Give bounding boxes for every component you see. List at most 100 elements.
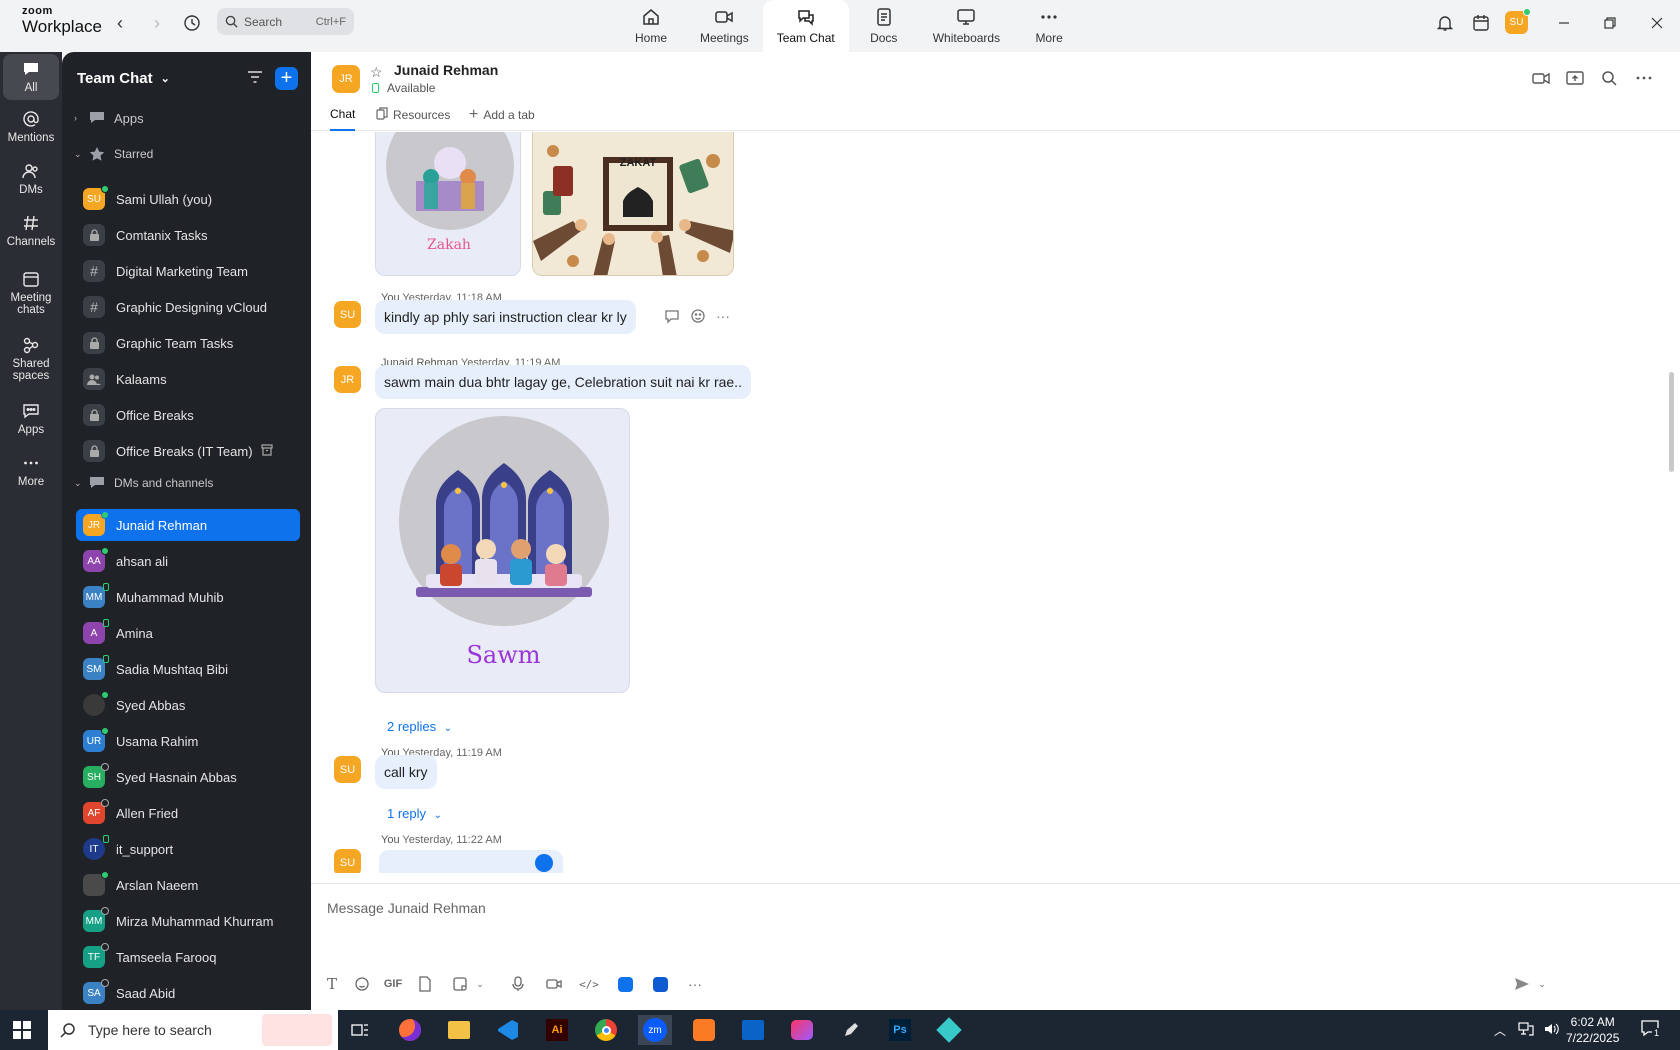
section-starred[interactable]: ⌄ Starred [74,146,153,162]
dm-item-junaid-rehman[interactable]: JR Junaid Rehman [76,509,300,541]
search-icon[interactable] [1600,69,1620,89]
dm-item-syed-abbas[interactable]: Syed Abbas [76,689,300,721]
emoji-icon[interactable] [351,973,373,995]
more-tools-icon[interactable]: ··· [684,973,706,995]
whiteboard-app-icon[interactable] [614,973,636,995]
message-input[interactable] [327,894,1627,922]
rail-channels[interactable]: Channels [3,214,59,248]
notification-center-icon[interactable]: 1 [1640,1018,1664,1042]
sender-avatar[interactable]: JR [334,366,361,393]
dm-item-usama-rahim[interactable]: UR Usama Rahim [76,725,300,757]
star-outline-icon[interactable]: ☆ [370,64,383,81]
chrome-icon[interactable] [589,1015,623,1045]
vscode-icon[interactable] [491,1015,525,1045]
message-bubble[interactable]: sawm main dua bhtr lagay ge, Celebration… [375,365,751,399]
pen-tool-icon[interactable] [834,1015,868,1045]
message-list[interactable]: Zakah ZAKAT You Yesterday, 11:18 AM SU k… [311,132,1680,873]
forward-arrow-icon[interactable]: › [147,13,167,33]
starred-item-digital-marketing-team[interactable]: # Digital Marketing Team [76,255,300,287]
filter-icon[interactable] [246,68,266,88]
starred-item-comtanix-tasks[interactable]: Comtanix Tasks [76,219,300,251]
illustrator-icon[interactable]: Ai [540,1015,574,1045]
thread-replies-link[interactable]: 1 reply ⌄ [387,806,442,821]
contact-avatar[interactable]: JR [332,65,360,93]
sidebar-title[interactable]: Team Chat ⌄ [77,70,170,87]
message-bubble[interactable]: kindly ap phly sari instruction clear kr… [375,300,636,334]
calendar-icon[interactable] [1470,12,1492,34]
dm-item-sadia-mushtaq-bibi[interactable]: SM Sadia Mushtaq Bibi [76,653,300,685]
photoshop-icon[interactable]: Ps [883,1015,917,1045]
scrollbar[interactable] [1669,372,1674,472]
message-bubble[interactable]: call kry [375,755,437,789]
starred-item-graphic-team-tasks[interactable]: Graphic Team Tasks [76,327,300,359]
minimize-icon[interactable] [1553,12,1575,34]
tab-more[interactable]: More [1014,0,1084,52]
dm-item-it-support[interactable]: IT it_support [76,833,300,865]
starred-item-self[interactable]: SU Sami Ullah (you) [76,183,300,215]
emoji-reaction-icon[interactable] [690,308,706,327]
dm-item-ahsan-ali[interactable]: AA ahsan ali [76,545,300,577]
screenshot-icon[interactable] [449,973,471,995]
sender-avatar[interactable]: SU [334,301,361,328]
zoom-app-icon[interactable]: zm [638,1015,672,1045]
chevron-up-icon[interactable]: ︿ [1494,1022,1506,1039]
zakah-image[interactable]: Zakah [375,132,521,276]
video-call-icon[interactable] [1532,69,1552,89]
taskbar-clock[interactable]: 6:02 AM 7/22/2025 [1566,1014,1619,1046]
thread-replies-link[interactable]: 2 replies ⌄ [387,719,452,734]
starred-item-office-breaks[interactable]: Office Breaks [76,399,300,431]
rail-all[interactable]: All [3,54,59,101]
send-options-icon[interactable] [1511,973,1533,995]
sawm-image[interactable]: Sawm [375,408,630,693]
file-icon[interactable] [414,973,436,995]
code-snippet-icon[interactable]: </> [578,973,600,995]
tab-docs[interactable]: Docs [849,0,919,52]
rail-shared-spaces[interactable]: Shared spaces [3,336,59,382]
dm-item-mirza-muhammad-khurram[interactable]: MM Mirza Muhammad Khurram [76,905,300,937]
tab-resources[interactable]: Resources [376,98,450,131]
windows-start-icon[interactable] [13,1021,31,1039]
section-dms-and-channels[interactable]: ⌄ DMs and channels [74,475,213,491]
chevron-down-icon[interactable]: ⌄ [1531,973,1553,995]
tab-meetings[interactable]: Meetings [686,0,763,52]
rail-meeting-chats[interactable]: Meeting chats [3,270,59,316]
tab-whiteboards[interactable]: Whiteboards [919,0,1014,52]
reply-icon[interactable] [664,308,680,327]
rail-more[interactable]: More [3,454,59,488]
firefox-icon[interactable] [393,1015,427,1045]
close-icon[interactable] [1646,12,1668,34]
zoom-workplace-logo[interactable]: zoom Workplace [22,6,102,36]
sender-avatar[interactable]: SU [334,756,361,783]
new-chat-button[interactable]: + [275,67,298,90]
more-options-icon[interactable] [1635,69,1655,89]
starred-item-kalaams[interactable]: Kalaams [76,363,300,395]
creative-cloud-icon[interactable] [785,1015,819,1045]
docs-app-icon[interactable] [649,973,671,995]
text-format-icon[interactable]: T [321,973,343,995]
search-box[interactable]: Search Ctrl+F [217,8,354,35]
network-icon[interactable] [1518,1021,1534,1039]
dm-item-saad-abid[interactable]: SA Saad Abid [76,977,300,1009]
restore-icon[interactable] [1599,12,1621,34]
outlook-icon[interactable] [736,1015,770,1045]
notifications-bell-icon[interactable] [1434,12,1456,34]
chevron-down-icon[interactable]: ⌄ [469,973,491,995]
dm-item-arslan-naeem[interactable]: Arslan Naeem [76,869,300,901]
share-screen-icon[interactable] [1566,69,1586,89]
gif-button[interactable]: GIF [382,973,404,995]
dm-item-syed-hasnain-abbas[interactable]: SH Syed Hasnain Abbas [76,761,300,793]
taskbar-search[interactable]: Type here to search [48,1010,338,1050]
app-diamond-icon[interactable] [932,1015,966,1045]
volume-icon[interactable] [1544,1022,1560,1039]
message-bubble[interactable] [379,850,563,873]
file-explorer-icon[interactable] [442,1015,476,1045]
xampp-icon[interactable] [687,1015,721,1045]
dm-item-muhammad-muhib[interactable]: MM Muhammad Muhib [76,581,300,613]
dm-item-allen-fried[interactable]: AF Allen Fried [76,797,300,829]
tab-home[interactable]: Home [616,0,686,52]
back-arrow-icon[interactable]: ‹ [110,13,130,33]
microphone-icon[interactable] [507,973,529,995]
rail-apps[interactable]: Apps [3,402,59,436]
section-apps[interactable]: › Apps [74,110,144,126]
task-view-icon[interactable] [343,1015,377,1045]
